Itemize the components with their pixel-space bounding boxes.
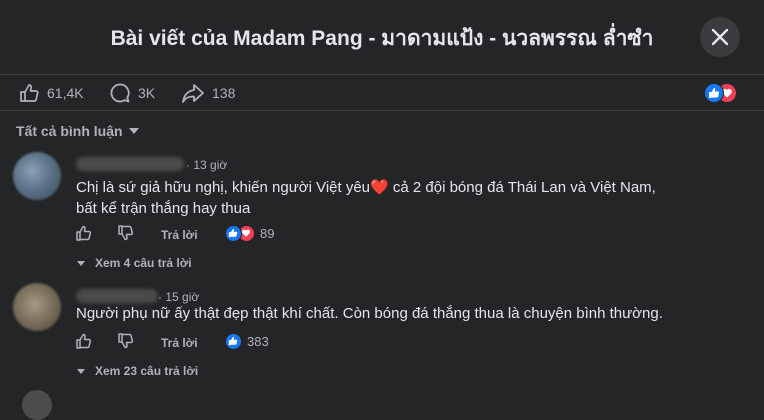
comment-filter-dropdown[interactable]: Tất cả bình luận (16, 123, 139, 139)
close-button[interactable] (700, 17, 740, 57)
comment-reactions[interactable]: 383 (225, 333, 269, 350)
share-icon (182, 84, 204, 103)
dislike-comment-button[interactable] (117, 332, 135, 353)
avatar[interactable] (22, 390, 52, 420)
like-count: 61,4K (47, 85, 84, 101)
commenter-name-blurred[interactable] (76, 289, 158, 303)
caret-down-icon (128, 128, 139, 134)
close-icon (711, 28, 729, 46)
thumbs-down-icon (118, 333, 134, 349)
like-reaction-icon (225, 225, 242, 242)
comment-text: Người phụ nữ ấy thật đẹp thật khí chất. … (76, 305, 663, 322)
chevron-down-icon (77, 368, 85, 374)
post-stats-bar: 61,4K 3K 138 (0, 74, 764, 111)
comment-text: Chị là sứ giả hữu nghị, khiến người Việt… (76, 179, 656, 217)
thumbs-up-icon (76, 225, 92, 241)
thumbs-up-icon (76, 333, 92, 349)
like-reaction-icon (225, 333, 242, 350)
view-replies-button[interactable]: Xem 4 câu trả lời (77, 256, 192, 270)
dislike-comment-button[interactable] (117, 224, 135, 245)
reaction-count: 89 (260, 226, 275, 241)
reply-button[interactable]: Trả lời (161, 336, 198, 350)
comment-actions: Trả lời (75, 224, 198, 245)
like-comment-button[interactable] (75, 224, 93, 245)
avatar[interactable] (13, 152, 61, 200)
reaction-count: 383 (247, 334, 269, 349)
like-reaction-icon (704, 83, 724, 103)
avatar[interactable] (13, 283, 61, 331)
dialog-title: Bài viết của Madam Pang - มาดามแป้ง - นว… (110, 27, 654, 50)
share-count: 138 (212, 85, 236, 101)
thumbs-down-icon (118, 225, 134, 241)
comment-time[interactable]: · 13 giờ (186, 158, 227, 172)
comment-icon (110, 83, 130, 103)
heart-emoji: ❤️ (370, 179, 389, 196)
comment-count: 3K (138, 85, 156, 101)
commenter-name-blurred[interactable] (76, 157, 184, 171)
comment-actions: Trả lời (75, 332, 198, 353)
like-icon (20, 84, 39, 102)
comment-stat[interactable]: 3K (109, 82, 155, 104)
like-stat[interactable]: 61,4K (18, 82, 84, 104)
reply-button[interactable]: Trả lời (161, 228, 198, 242)
dialog-header: Bài viết của Madam Pang - มาดามแป้ง - นว… (0, 0, 764, 75)
filter-label: Tất cả bình luận (16, 123, 123, 139)
share-stat[interactable]: 138 (181, 82, 235, 104)
comment-time[interactable]: · 15 giờ (158, 290, 199, 304)
chevron-down-icon (77, 260, 85, 266)
view-replies-button[interactable]: Xem 23 câu trả lời (77, 364, 198, 378)
like-comment-button[interactable] (75, 332, 93, 353)
comment-reactions[interactable]: 89 (225, 225, 274, 242)
